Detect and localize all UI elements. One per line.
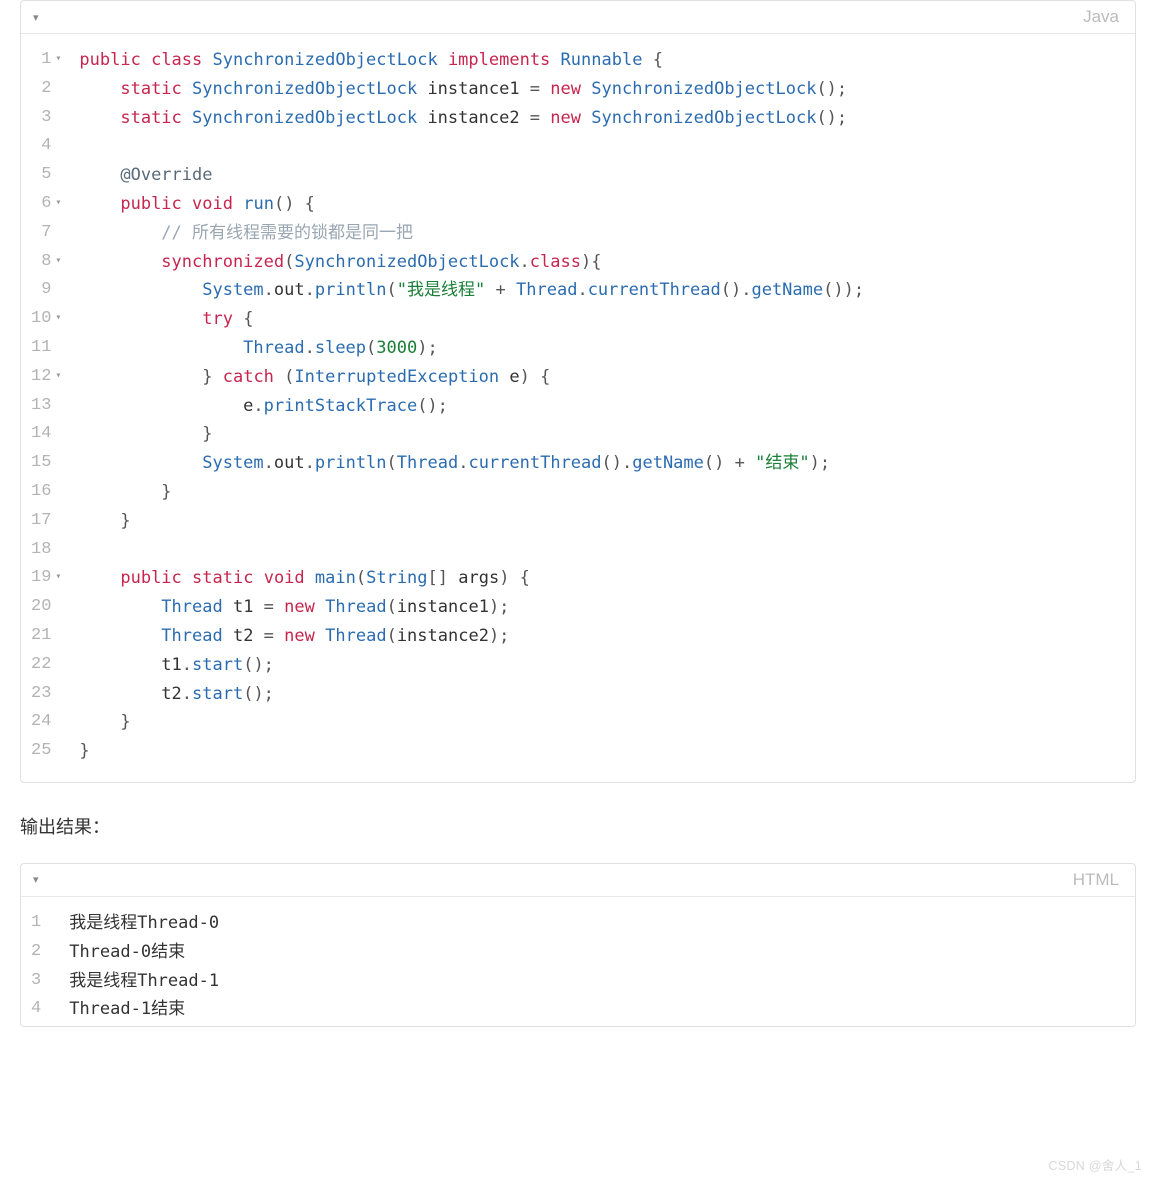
code-line: public void run() { [79, 190, 1119, 219]
line-number: 23 [31, 680, 65, 709]
code-line: } [79, 737, 1119, 766]
line-number-gutter: 1▾23456▾78▾910▾1112▾13141516171819▾20212… [21, 46, 71, 766]
code-line: @Override [79, 161, 1119, 190]
line-number: 12▾ [31, 363, 65, 392]
code-line: System.out.println(Thread.currentThread(… [79, 449, 1119, 478]
output-line: Thread-1结束 [69, 995, 1119, 1024]
line-number: 11 [31, 334, 65, 363]
line-number: 4 [31, 132, 65, 161]
code-line: } [79, 507, 1119, 536]
line-number: 1▾ [31, 46, 65, 75]
line-number: 19▾ [31, 564, 65, 593]
line-number: 1 [31, 909, 55, 938]
watermark: CSDN @舍人_1 [1049, 1155, 1143, 1174]
line-number: 9 [31, 276, 65, 305]
fold-caret-icon[interactable]: ▾ [33, 11, 39, 24]
line-number: 25 [31, 737, 65, 766]
code-header: ▾ HTML [21, 864, 1135, 897]
code-body: 1▾23456▾78▾910▾1112▾13141516171819▾20212… [21, 34, 1135, 782]
line-number: 14 [31, 420, 65, 449]
code-line: static SynchronizedObjectLock instance2 … [79, 104, 1119, 133]
code-line: synchronized(SynchronizedObjectLock.clas… [79, 248, 1119, 277]
code-line: System.out.println("我是线程" + Thread.curre… [79, 276, 1119, 305]
output-line: Thread-0结束 [69, 938, 1119, 967]
line-number: 5 [31, 161, 65, 190]
line-number: 7 [31, 219, 65, 248]
code-line: // 所有线程需要的锁都是同一把 [79, 219, 1119, 248]
line-number: 18 [31, 536, 65, 565]
code-line: Thread t1 = new Thread(instance1); [79, 593, 1119, 622]
line-number: 22 [31, 651, 65, 680]
line-number: 21 [31, 622, 65, 651]
line-number-gutter: 1234 [21, 909, 61, 1024]
line-number: 16 [31, 478, 65, 507]
line-number: 6▾ [31, 190, 65, 219]
code-line: public static void main(String[] args) { [79, 564, 1119, 593]
line-number: 15 [31, 449, 65, 478]
code-line: Thread t2 = new Thread(instance2); [79, 622, 1119, 651]
line-number: 10▾ [31, 305, 65, 334]
line-number: 3 [31, 967, 55, 996]
code-line: Thread.sleep(3000); [79, 334, 1119, 363]
code-line [79, 132, 1119, 161]
output-line: 我是线程Thread-1 [69, 967, 1119, 996]
line-number: 24 [31, 708, 65, 737]
line-number: 20 [31, 593, 65, 622]
fold-caret-icon[interactable]: ▾ [33, 873, 39, 886]
output-title: 输出结果： [20, 813, 1136, 839]
code-block-java: ▾ Java 1▾23456▾78▾910▾1112▾1314151617181… [20, 0, 1136, 783]
code-block-output: ▾ HTML 1234 我是线程Thread-0Thread-0结束我是线程Th… [20, 863, 1136, 1027]
code-line: public class SynchronizedObjectLock impl… [79, 46, 1119, 75]
line-number: 4 [31, 995, 55, 1024]
line-number: 2 [31, 75, 65, 104]
code-line: } [79, 420, 1119, 449]
line-number: 3 [31, 104, 65, 133]
code-line: } [79, 708, 1119, 737]
code-line: try { [79, 305, 1119, 334]
language-label: HTML [1073, 870, 1119, 890]
code-line: e.printStackTrace(); [79, 392, 1119, 421]
code-line: } [79, 478, 1119, 507]
output-content[interactable]: 我是线程Thread-0Thread-0结束我是线程Thread-1Thread… [61, 909, 1135, 1024]
output-body: 1234 我是线程Thread-0Thread-0结束我是线程Thread-1T… [21, 897, 1135, 1026]
output-line: 我是线程Thread-0 [69, 909, 1119, 938]
code-header: ▾ Java [21, 1, 1135, 34]
code-line [79, 536, 1119, 565]
code-line: t1.start(); [79, 651, 1119, 680]
code-content[interactable]: public class SynchronizedObjectLock impl… [71, 46, 1135, 766]
code-line: static SynchronizedObjectLock instance1 … [79, 75, 1119, 104]
code-line: t2.start(); [79, 680, 1119, 709]
line-number: 13 [31, 392, 65, 421]
line-number: 8▾ [31, 248, 65, 277]
language-label: Java [1083, 7, 1119, 27]
line-number: 2 [31, 938, 55, 967]
line-number: 17 [31, 507, 65, 536]
code-line: } catch (InterruptedException e) { [79, 363, 1119, 392]
